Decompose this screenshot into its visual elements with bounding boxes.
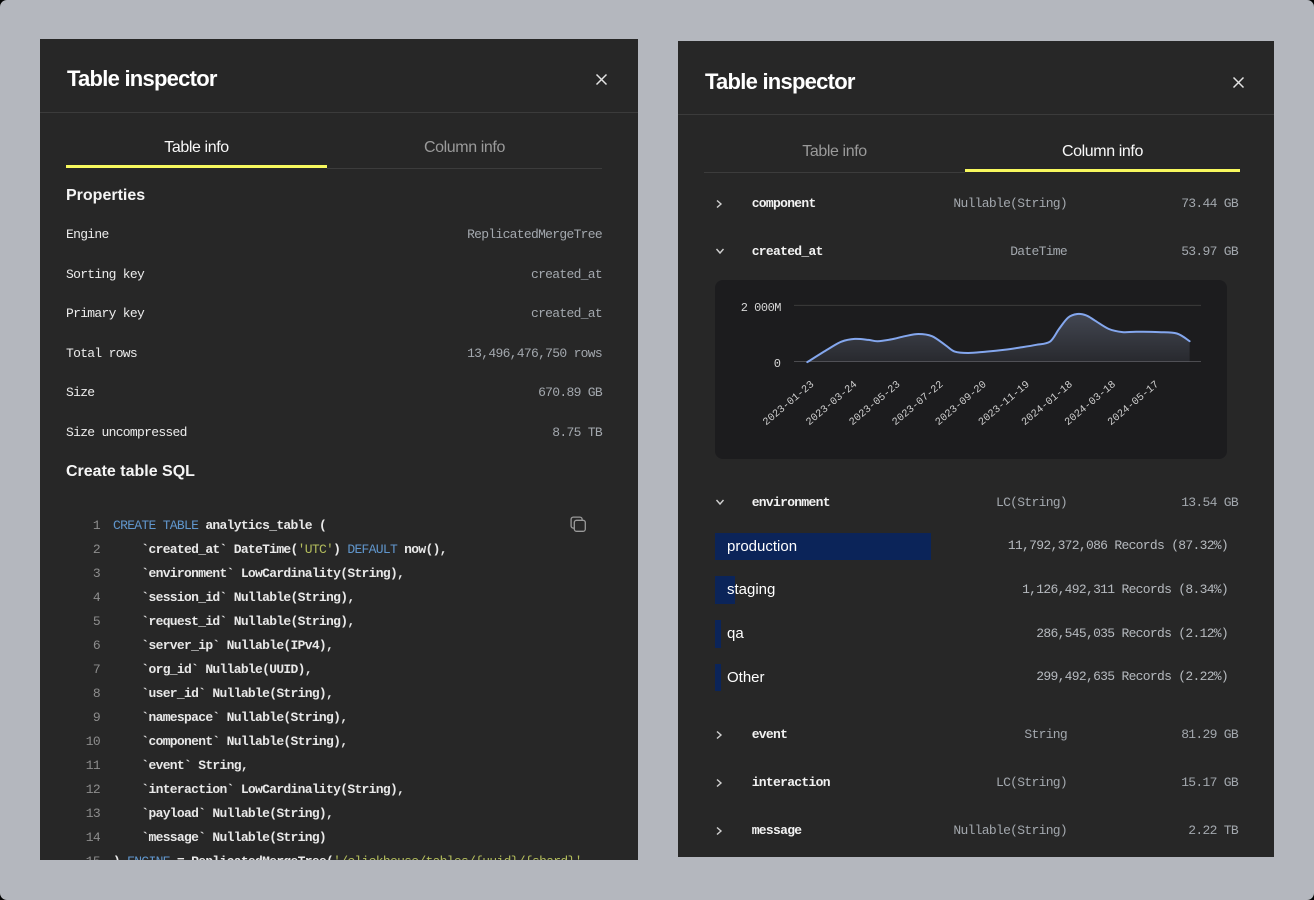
svg-text:2 000M: 2 000M [741, 301, 782, 315]
svg-text:0: 0 [774, 357, 781, 371]
